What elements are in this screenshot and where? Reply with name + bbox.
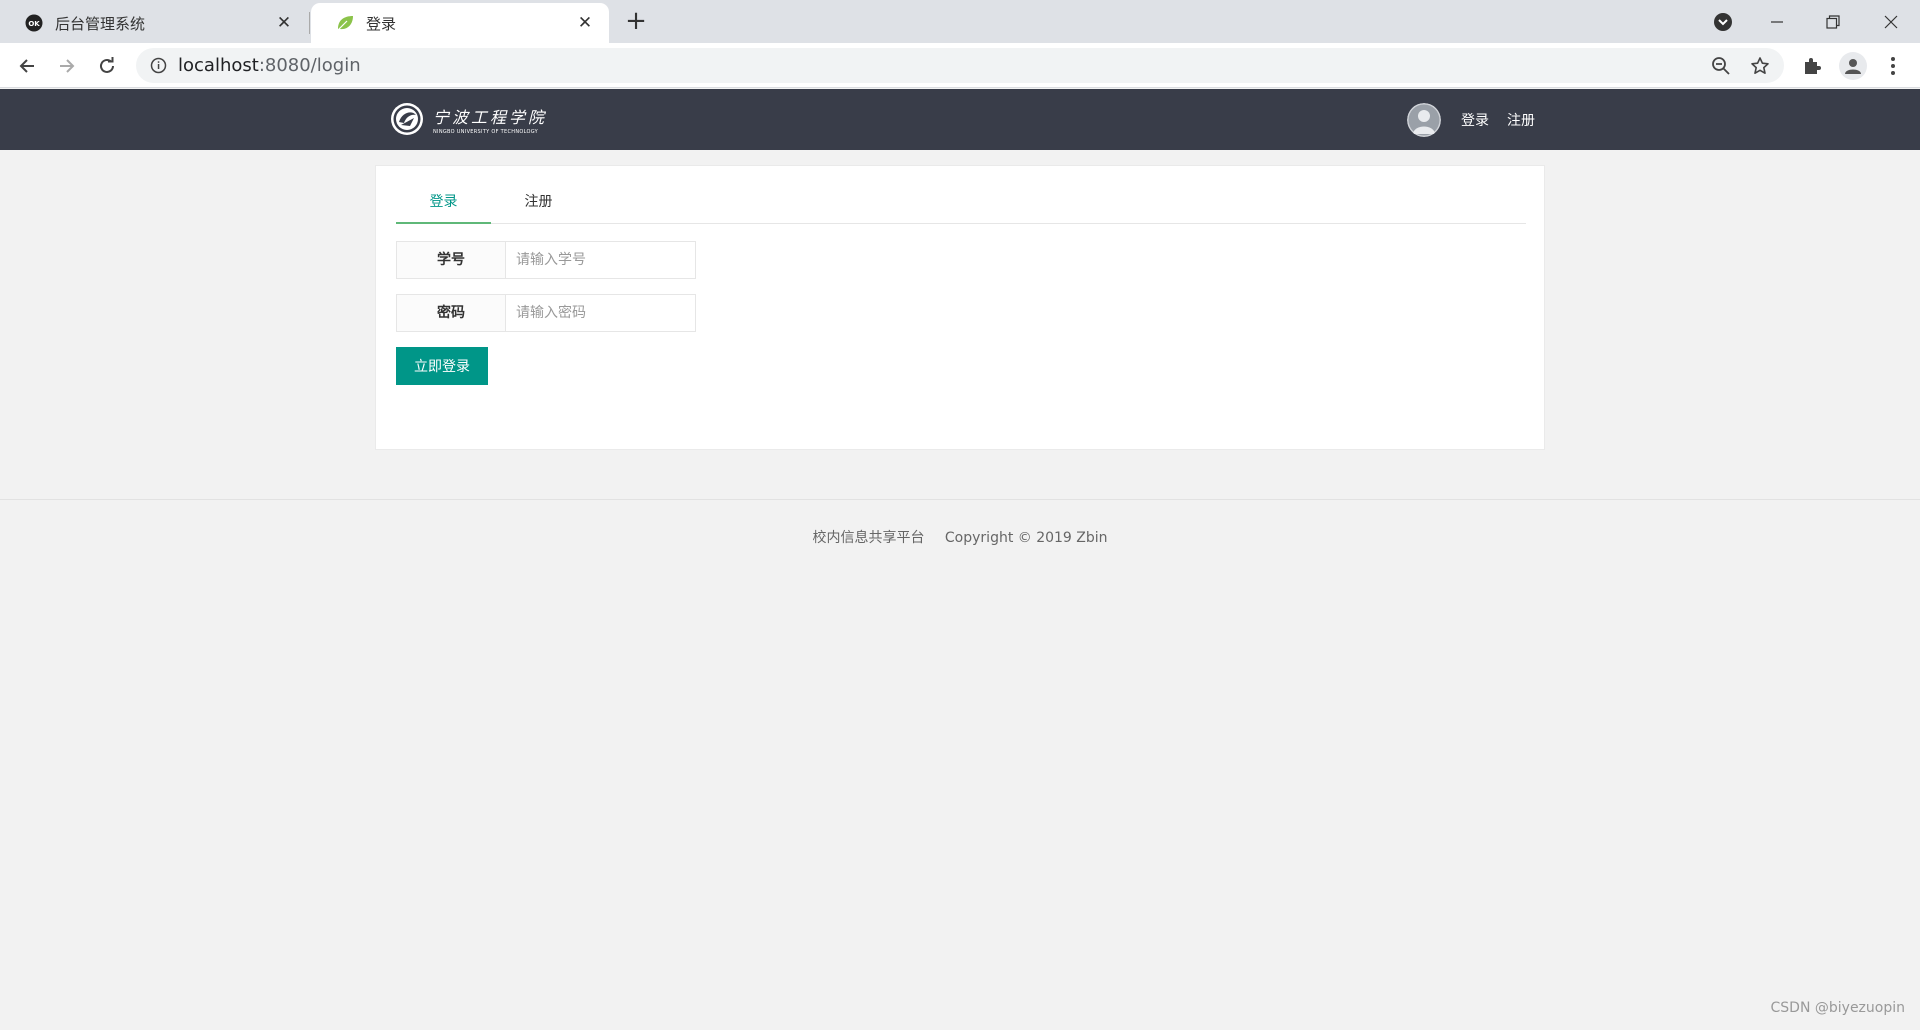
password-input[interactable] <box>506 294 696 332</box>
restore-icon <box>1826 14 1840 29</box>
minimize-button[interactable] <box>1750 0 1804 43</box>
watermark: CSDN @biyezuopin <box>1770 1000 1905 1016</box>
star-icon[interactable] <box>1750 56 1770 76</box>
browser-tab-login[interactable]: 登录 ✕ <box>311 3 609 43</box>
form-tabs: 登录 注册 <box>396 184 1526 224</box>
profile-icon <box>1845 59 1861 74</box>
info-icon[interactable] <box>150 57 167 74</box>
leaf-icon <box>337 16 353 31</box>
more-vertical-icon <box>1891 57 1895 75</box>
browser-tab-strip: OK 后台管理系统 ✕ 登录 ✕ + <box>0 0 1920 43</box>
close-window-button[interactable] <box>1864 0 1918 43</box>
footer-copyright: Copyright © 2019 Zbin <box>944 530 1108 546</box>
tab-title: 后台管理系统 <box>55 14 146 33</box>
close-icon[interactable]: ✕ <box>274 13 294 33</box>
tab-separator <box>309 12 310 34</box>
avatar[interactable] <box>1407 103 1441 137</box>
close-icon[interactable]: ✕ <box>575 13 595 33</box>
forward-button[interactable] <box>52 51 82 81</box>
header-register-link[interactable]: 注册 <box>1507 110 1535 130</box>
new-tab-button[interactable]: + <box>622 8 650 36</box>
tab-search-button[interactable] <box>1696 0 1750 43</box>
site-header: 宁波工程学院 NINGBO UNIVERSITY OF TECHNOLOGY 登… <box>0 89 1920 150</box>
login-card: 登录 注册 学号 密码 立即登录 <box>375 165 1545 450</box>
browser-menu-button[interactable] <box>1882 55 1904 77</box>
back-button[interactable] <box>12 51 42 81</box>
profile-button[interactable] <box>1839 52 1867 80</box>
ok-icon: OK <box>25 14 43 32</box>
user-area: 登录 注册 <box>1407 101 1535 139</box>
restore-button[interactable] <box>1806 0 1860 43</box>
url-path: :8080/login <box>258 55 361 76</box>
arrow-right-icon <box>60 59 75 73</box>
footer-site-name: 校内信息共享平台 <box>812 530 925 546</box>
footer: 校内信息共享平台 Copyright © 2019 Zbin <box>0 527 1920 547</box>
university-emblem-icon <box>391 103 423 135</box>
browser-tab-admin[interactable]: OK 后台管理系统 ✕ <box>0 3 308 43</box>
reload-icon <box>100 57 114 73</box>
login-submit-button[interactable]: 立即登录 <box>396 347 488 385</box>
footer-divider <box>0 499 1920 500</box>
url-text: localhost:8080/login <box>178 55 361 76</box>
logo-text: 宁波工程学院 NINGBO UNIVERSITY OF TECHNOLOGY <box>433 104 547 135</box>
close-icon <box>1884 15 1898 28</box>
tab-title: 登录 <box>366 14 397 33</box>
browser-toolbar: localhost:8080/login <box>0 43 1920 88</box>
arrow-left-icon <box>19 59 34 73</box>
tab-login[interactable]: 登录 <box>396 184 491 224</box>
zoom-out-icon[interactable] <box>1711 56 1731 76</box>
reload-button[interactable] <box>92 51 122 81</box>
site-logo[interactable]: 宁波工程学院 NINGBO UNIVERSITY OF TECHNOLOGY <box>390 100 547 138</box>
svg-text:OK: OK <box>28 20 40 28</box>
logo-name-en: NINGBO UNIVERSITY OF TECHNOLOGY <box>433 128 539 135</box>
address-bar[interactable]: localhost:8080/login <box>136 48 1784 83</box>
password-label: 密码 <box>396 294 506 332</box>
minimize-icon <box>1771 20 1783 23</box>
url-host: localhost <box>178 55 259 76</box>
student-id-row: 学号 <box>396 241 696 279</box>
tab-register[interactable]: 注册 <box>491 184 586 224</box>
extensions-button[interactable] <box>1801 55 1823 77</box>
header-login-link[interactable]: 登录 <box>1461 110 1489 130</box>
logo-name-cn: 宁波工程学院 <box>433 107 548 127</box>
password-row: 密码 <box>396 294 696 332</box>
student-id-label: 学号 <box>396 241 506 279</box>
chevron-down-circle-icon <box>1714 12 1732 31</box>
student-id-input[interactable] <box>506 241 696 279</box>
puzzle-icon <box>1805 58 1821 74</box>
